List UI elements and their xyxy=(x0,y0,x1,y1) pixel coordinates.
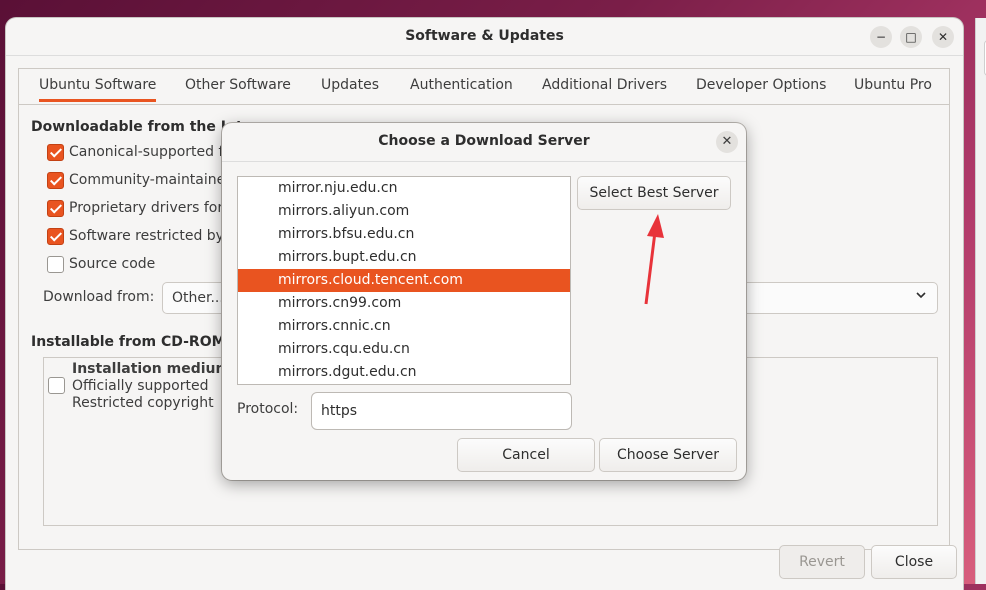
chevron-down-icon xyxy=(915,289,927,304)
server-item-cqu[interactable]: mirrors.cqu.edu.cn xyxy=(238,338,570,361)
installation-medium-title: Installation medium v xyxy=(72,361,245,377)
checkbox-label: Canonical-supported fr xyxy=(69,144,230,160)
titlebar: Software & Updates − □ ✕ xyxy=(6,18,963,56)
checkbox-label: Source code xyxy=(69,256,156,272)
cancel-button[interactable]: Cancel xyxy=(457,438,595,472)
maximize-button[interactable]: □ xyxy=(900,26,922,48)
checkbox-canonical[interactable] xyxy=(47,143,64,161)
server-item-dgut[interactable]: mirrors.dgut.edu.cn xyxy=(238,361,570,384)
checkbox-proprietary[interactable] xyxy=(47,199,64,217)
tab-authentication[interactable]: Authentication xyxy=(410,77,513,93)
close-button[interactable]: Close xyxy=(871,545,957,579)
revert-button[interactable]: Revert xyxy=(779,545,865,579)
checkbox-row-canonical[interactable]: Canonical-supported fr xyxy=(47,142,229,162)
tab-additional-drivers[interactable]: Additional Drivers xyxy=(542,77,667,93)
checkbox-source-code[interactable] xyxy=(47,255,64,273)
cdrom-line-restricted: Restricted copyright xyxy=(72,395,214,411)
tab-developer-options[interactable]: Developer Options xyxy=(696,77,826,93)
protocol-field[interactable]: https xyxy=(311,392,572,430)
dialog-close-icon[interactable]: ✕ xyxy=(716,131,738,153)
download-from-label: Download from: xyxy=(43,289,155,305)
checkbox-restricted[interactable] xyxy=(47,227,64,245)
dialog-title: Choose a Download Server xyxy=(378,133,590,149)
background-window-edge xyxy=(975,18,986,584)
choose-server-button[interactable]: Choose Server xyxy=(599,438,737,472)
tab-updates[interactable]: Updates xyxy=(321,77,379,93)
annotation-arrow-icon xyxy=(644,214,664,305)
server-item-aliyun[interactable]: mirrors.aliyun.com xyxy=(238,200,570,223)
checkbox-label: Software restricted by c xyxy=(69,228,237,244)
tab-ubuntu-pro[interactable]: Ubuntu Pro xyxy=(854,77,932,93)
checkbox-community[interactable] xyxy=(47,171,64,189)
protocol-label: Protocol: xyxy=(237,401,299,417)
tab-ubuntu-software[interactable]: Ubuntu Software xyxy=(39,77,157,102)
server-item-tencent-selected[interactable]: mirrors.cloud.tencent.com xyxy=(238,269,570,292)
server-item-cn99[interactable]: mirrors.cn99.com xyxy=(238,292,570,315)
server-list[interactable]: mirror.nju.edu.cn mirrors.aliyun.com mir… xyxy=(237,176,571,385)
close-window-button[interactable]: ✕ xyxy=(932,26,954,48)
checkbox-row-community[interactable]: Community-maintained xyxy=(47,170,234,190)
window-title: Software & Updates xyxy=(405,28,564,44)
checkbox-row-proprietary[interactable]: Proprietary drivers for xyxy=(47,198,223,218)
server-item-bfsu[interactable]: mirrors.bfsu.edu.cn xyxy=(238,223,570,246)
minimize-button[interactable]: − xyxy=(870,26,892,48)
tab-bar: Ubuntu Software Other Software Updates A… xyxy=(19,69,949,105)
checkbox-row-restricted[interactable]: Software restricted by c xyxy=(47,226,236,246)
dialog-divider xyxy=(222,161,746,162)
download-from-value: Other... xyxy=(172,290,224,306)
tab-other-software[interactable]: Other Software xyxy=(185,77,291,93)
cdrom-line-supported: Officially supported xyxy=(72,378,209,394)
cdrom-heading: Installable from CD-ROM/D xyxy=(31,334,243,350)
checkbox-cdrom[interactable] xyxy=(48,377,65,394)
server-item-nju[interactable]: mirror.nju.edu.cn xyxy=(238,177,570,200)
server-item-bupt[interactable]: mirrors.bupt.edu.cn xyxy=(238,246,570,269)
server-item-cnnic[interactable]: mirrors.cnnic.cn xyxy=(238,315,570,338)
checkbox-label: Community-maintained xyxy=(69,172,235,188)
checkbox-label: Proprietary drivers for xyxy=(69,200,224,216)
select-best-server-button[interactable]: Select Best Server xyxy=(577,176,731,210)
checkbox-row-source[interactable]: Source code xyxy=(47,254,155,274)
downloadable-heading: Downloadable from the Inte xyxy=(31,119,253,135)
